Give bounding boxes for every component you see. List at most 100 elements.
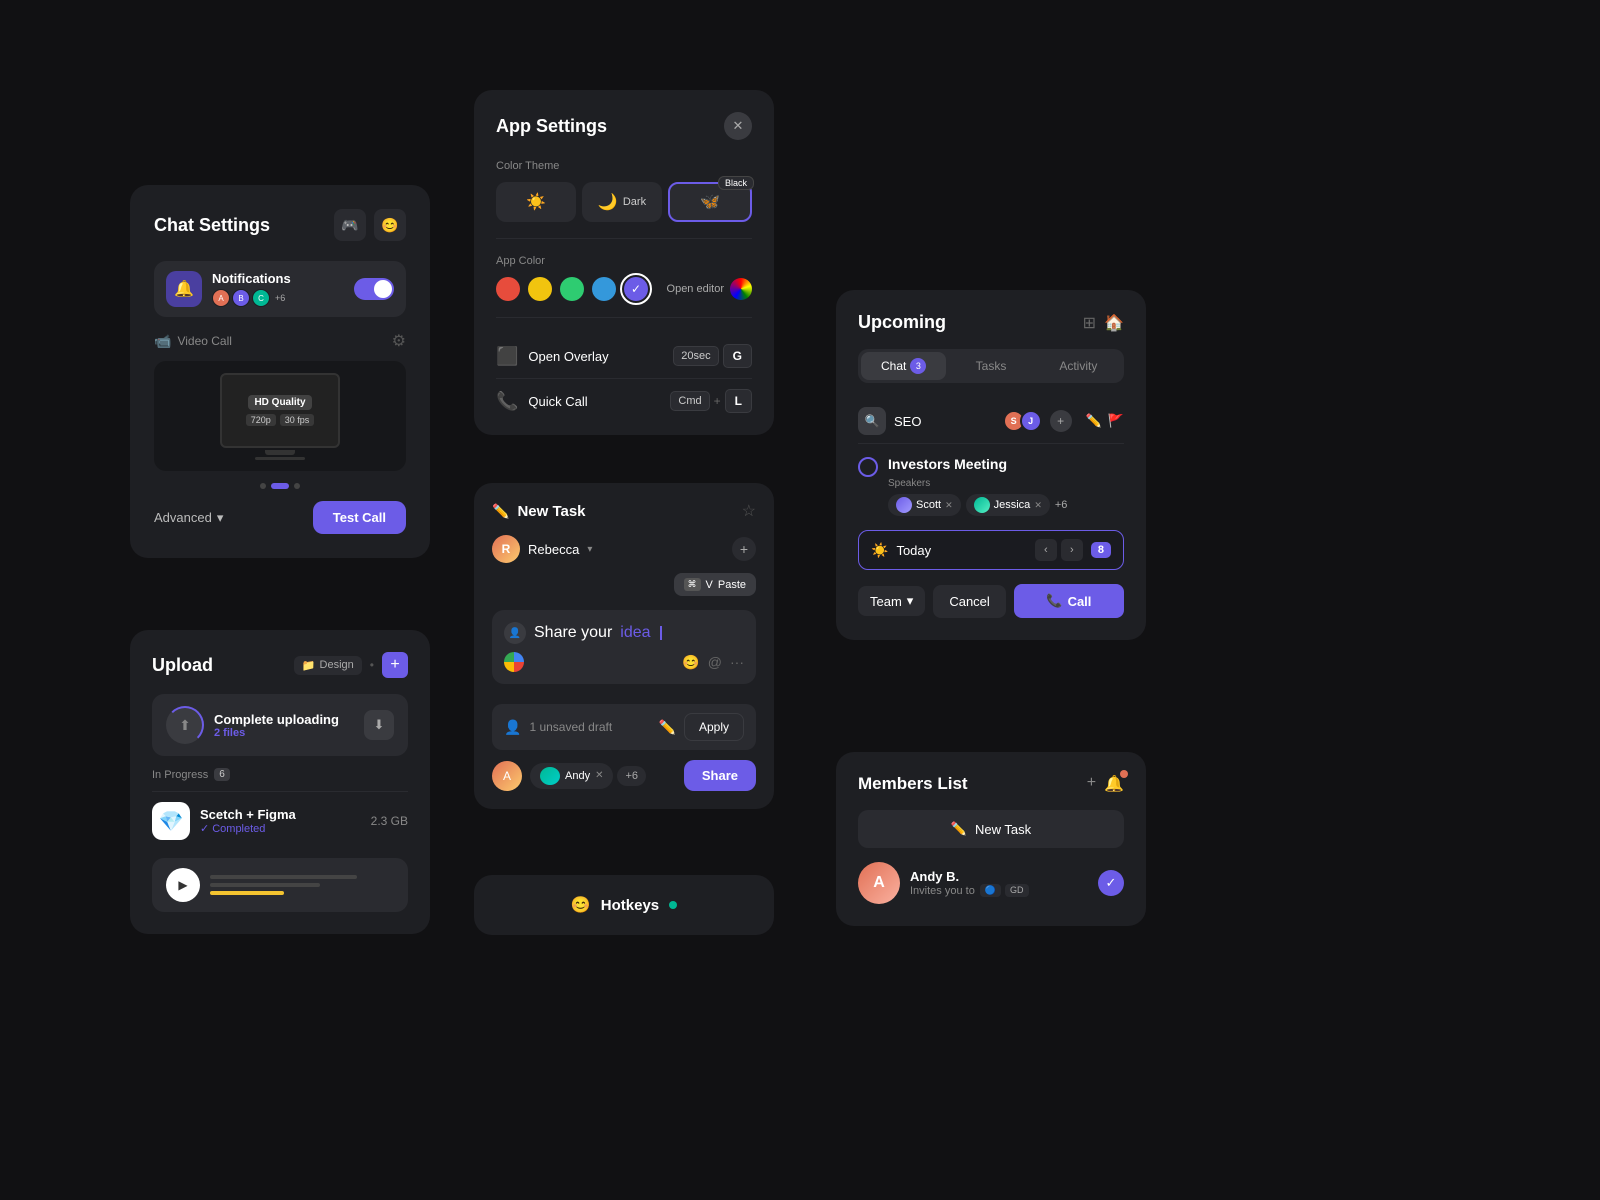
gamepad-icon-btn[interactable]: 🎮 [334, 209, 366, 241]
share-icon-avatar: A [492, 761, 522, 791]
color-red[interactable] [496, 277, 520, 301]
speaker-scott[interactable]: Scott ✕ [888, 494, 961, 516]
dot-3[interactable] [294, 483, 300, 489]
monitor-stand [265, 450, 295, 455]
notification-bell[interactable]: 🔔 [1104, 774, 1124, 794]
file-status: ✓ Completed [200, 822, 361, 835]
app-color-label: App Color [496, 255, 752, 267]
design-badge: 📁 Design [294, 656, 362, 675]
tab-chat[interactable]: Chat 3 [861, 352, 946, 380]
call-button[interactable]: 📞 Call [1014, 584, 1124, 618]
remove-jessica-icon[interactable]: ✕ [1034, 500, 1042, 511]
advanced-button[interactable]: Advanced ▾ [154, 510, 223, 526]
upload-action-button[interactable]: ⬇ [364, 710, 394, 740]
theme-black[interactable]: 🦋 Black [668, 182, 752, 222]
pencil-icon: ✏️ [492, 503, 509, 520]
member-invite-text: Invites you to 🔵 GD [910, 884, 1088, 897]
in-progress-count: 6 [214, 768, 230, 781]
hotkeys-card: 😊 Hotkeys [474, 875, 774, 935]
tab-tasks[interactable]: Tasks [948, 352, 1033, 380]
add-assignee-button[interactable]: + [732, 537, 756, 561]
share-your-label: Share your [534, 624, 612, 642]
date-number: 8 [1091, 542, 1111, 558]
remove-scott-icon[interactable]: ✕ [945, 500, 953, 511]
grid-icon[interactable]: ⊞ [1083, 313, 1096, 333]
design-label: Design [320, 659, 354, 671]
plus-more-users[interactable]: +6 [617, 766, 646, 786]
color-yellow[interactable] [528, 277, 552, 301]
user-tag-andy[interactable]: Andy ✕ [530, 763, 613, 789]
color-blue[interactable] [592, 277, 616, 301]
add-member-icon[interactable]: + [1087, 774, 1096, 794]
open-editor-button[interactable]: Open editor [667, 278, 752, 300]
color-green[interactable] [560, 277, 584, 301]
color-purple-selected[interactable]: ✓ [624, 277, 648, 301]
theme-light[interactable]: ☀️ [496, 182, 576, 222]
video-settings-icon[interactable]: ⚙ [392, 331, 406, 351]
overlay-label: Open Overlay [528, 349, 663, 364]
plus-icon: + [714, 394, 721, 408]
seo-flag-icon[interactable]: 🚩 [1108, 413, 1124, 429]
test-call-button[interactable]: Test Call [313, 501, 406, 534]
edit-draft-button[interactable]: ✏️ [659, 719, 676, 736]
quick-call-row: 📞 Quick Call Cmd + L [496, 379, 752, 413]
play-button[interactable]: ▶ [166, 868, 200, 902]
file-size: 2.3 GB [371, 814, 408, 828]
l-key: L [725, 389, 752, 413]
notif-avatar-2: B [232, 289, 250, 307]
fps-30: 30 fps [280, 414, 315, 426]
apply-button[interactable]: Apply [684, 713, 744, 741]
remove-andy-icon[interactable]: ✕ [595, 770, 603, 781]
members-title: Members List [858, 774, 968, 794]
emoji-icon[interactable]: 😊 [682, 654, 699, 671]
v-key: V [706, 579, 713, 591]
star-button[interactable]: ☆ [742, 501, 756, 521]
task-input-area[interactable]: 👤 Share your idea 😊 @ ··· [492, 610, 756, 684]
meeting-checkbox[interactable] [858, 457, 878, 477]
hotkeys-title: Hotkeys [601, 897, 659, 914]
text-cursor [660, 626, 662, 640]
members-list-card: Members List + 🔔 ✏️ New Task A Andy B. I… [836, 752, 1146, 926]
bell-icon: 🔔 [1104, 776, 1124, 793]
new-task-button[interactable]: ✏️ New Task [858, 810, 1124, 848]
mention-icon[interactable]: @ [708, 654, 722, 671]
google-icon [504, 652, 524, 672]
team-button[interactable]: Team ▾ [858, 586, 925, 616]
dot-2-active[interactable] [271, 483, 289, 489]
app-settings-title: App Settings [496, 116, 607, 137]
speaker-jessica[interactable]: Jessica ✕ [966, 494, 1050, 516]
face-icon-btn[interactable]: 😊 [374, 209, 406, 241]
theme-dark[interactable]: 🌙 Dark [582, 182, 662, 222]
chat-count-badge: 3 [910, 358, 926, 374]
more-icon[interactable]: ··· [730, 654, 744, 671]
paste-tooltip: ⌘ V Paste [674, 573, 756, 596]
upload-add-button[interactable]: + [382, 652, 408, 678]
dot-1[interactable] [260, 483, 266, 489]
date-prev-button[interactable]: ‹ [1035, 539, 1057, 561]
seo-add-button[interactable]: + [1050, 410, 1072, 432]
share-section: A Andy ✕ +6 Share [492, 760, 756, 791]
complete-uploading-label: Complete uploading [214, 712, 354, 727]
seo-edit-icon[interactable]: ✏️ [1086, 413, 1102, 429]
share-button[interactable]: Share [684, 760, 756, 791]
overlay-key: G [723, 344, 752, 368]
file-item: 💎 Scetch + Figma ✓ Completed 2.3 GB [152, 791, 408, 850]
plus-more-speakers[interactable]: +6 [1055, 499, 1068, 511]
date-next-button[interactable]: › [1061, 539, 1083, 561]
close-button[interactable]: ✕ [724, 112, 752, 140]
idea-text: idea [620, 624, 650, 642]
notifications-toggle[interactable] [354, 278, 394, 300]
member-accept-button[interactable]: ✓ [1098, 870, 1124, 896]
tab-activity[interactable]: Activity [1036, 352, 1121, 380]
audio-waveform [210, 875, 394, 895]
seo-avatar-2: J [1020, 410, 1042, 432]
member-row: A Andy B. Invites you to 🔵 GD ✓ [858, 862, 1124, 904]
seo-avatars: S J [1003, 410, 1042, 432]
home-icon[interactable]: 🏠 [1104, 313, 1124, 333]
cancel-button[interactable]: Cancel [933, 585, 1005, 618]
notifications-row: 🔔 Notifications A B C +6 [154, 261, 406, 317]
tab-chat-label: Chat [881, 359, 906, 373]
upcoming-title: Upcoming [858, 312, 946, 333]
jessica-name: Jessica [994, 499, 1031, 511]
upcoming-tabs: Chat 3 Tasks Activity [858, 349, 1124, 383]
